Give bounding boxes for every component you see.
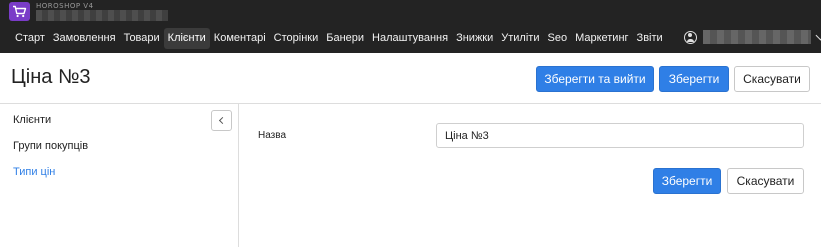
collapse-sidebar-button[interactable] xyxy=(211,110,232,131)
nav-item-seo[interactable]: Seo xyxy=(543,28,571,49)
sidebar-item-price-types[interactable]: Типи цін xyxy=(13,166,55,178)
nav-item-settings[interactable]: Налаштування xyxy=(368,28,452,49)
save-and-exit-button[interactable]: Зберегти та вийти xyxy=(536,66,654,92)
nav-item-reports[interactable]: Звіти xyxy=(633,28,667,49)
save-button[interactable]: Зберегти xyxy=(659,66,729,92)
nav-item-comments[interactable]: Коментарі xyxy=(210,28,270,49)
name-field-label: Назва xyxy=(258,130,287,141)
sidebar-item-clients[interactable]: Клієнти xyxy=(13,114,51,126)
user-icon xyxy=(684,30,697,44)
nav-item-products[interactable]: Товари xyxy=(120,28,164,49)
cart-logo-icon[interactable] xyxy=(9,2,30,21)
nav-item-pages[interactable]: Сторінки xyxy=(270,28,323,49)
sidebar-item-customer-groups[interactable]: Групи покупців xyxy=(13,140,88,152)
cancel-button[interactable]: Скасувати xyxy=(734,66,810,92)
header-divider xyxy=(0,103,821,104)
nav-item-start[interactable]: Старт xyxy=(11,28,49,49)
chevron-down-icon xyxy=(815,30,821,40)
form-save-button[interactable]: Зберегти xyxy=(653,168,721,194)
nav-item-discounts[interactable]: Знижки xyxy=(452,28,497,49)
nav-item-banners[interactable]: Банери xyxy=(322,28,368,49)
main-nav: Старт Замовлення Товари Клієнти Коментар… xyxy=(11,28,667,49)
sidebar-divider xyxy=(238,104,239,247)
page-title: Ціна №3 xyxy=(11,66,91,88)
nav-item-utilities[interactable]: Утиліти xyxy=(497,28,543,49)
form-cancel-button[interactable]: Скасувати xyxy=(727,168,804,194)
nav-item-clients[interactable]: Клієнти xyxy=(163,28,210,49)
chevron-left-icon xyxy=(218,116,227,125)
store-name-redacted xyxy=(36,10,168,21)
top-bar: HOROSHOP V4 Старт Замовлення Товари Кліє… xyxy=(0,0,821,53)
brand-name: HOROSHOP V4 xyxy=(36,2,94,10)
user-menu[interactable] xyxy=(684,29,821,45)
nav-item-orders[interactable]: Замовлення xyxy=(49,28,120,49)
name-field[interactable] xyxy=(436,123,804,148)
user-name-redacted xyxy=(703,30,811,44)
nav-item-marketing[interactable]: Маркетинг xyxy=(571,28,632,49)
